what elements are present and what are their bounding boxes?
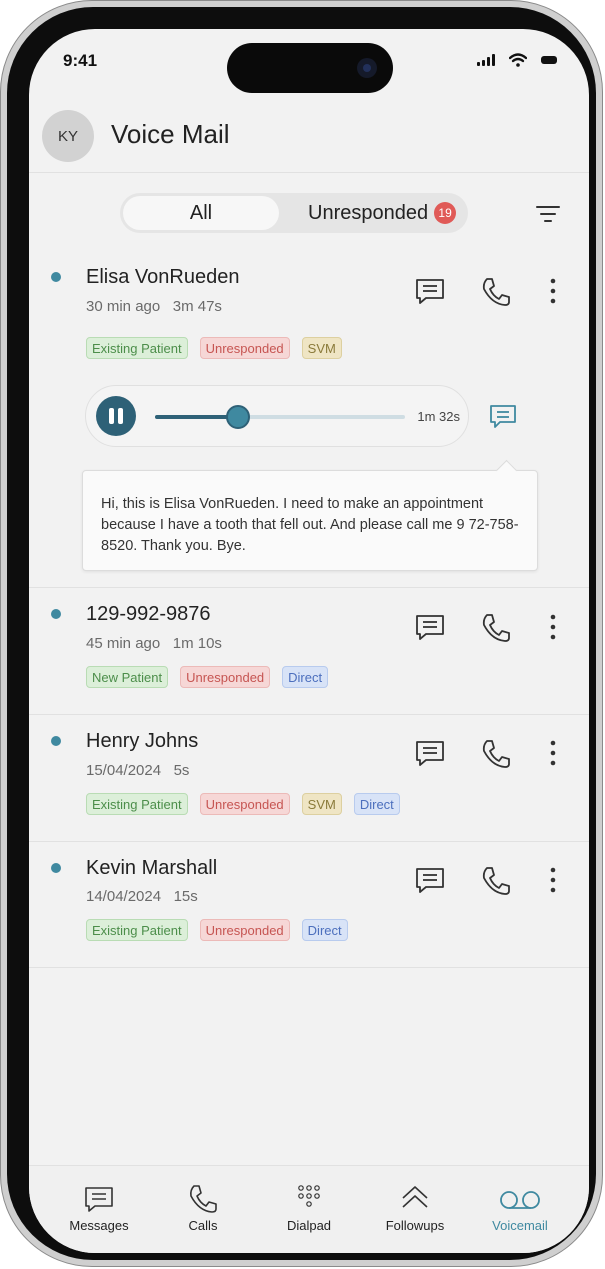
caller-name: Elisa VonRueden <box>86 266 240 288</box>
row-divider <box>29 587 589 588</box>
message-icon[interactable] <box>413 610 447 644</box>
transcript-toggle-icon[interactable] <box>488 403 518 431</box>
status-icons <box>477 53 557 67</box>
filter-icon[interactable] <box>535 203 561 225</box>
tag: Existing Patient <box>86 793 188 815</box>
message-icon[interactable] <box>413 736 447 770</box>
signal-icon <box>477 54 495 66</box>
more-options-icon[interactable] <box>536 738 570 772</box>
caller-name: Henry Johns <box>86 730 199 752</box>
tab-voicemail[interactable]: Voicemail <box>470 1182 570 1233</box>
dialpad-icon <box>298 1185 320 1207</box>
tab-label: Voicemail <box>492 1218 548 1233</box>
tab-all[interactable]: All <box>123 196 279 230</box>
call-meta: 30 min ago 3m 47s <box>86 298 222 315</box>
audio-player: 1m 32s <box>85 385 469 447</box>
status-time: 9:41 <box>63 51 98 70</box>
call-meta: 45 min ago 1m 10s <box>86 635 222 652</box>
voicemail-icon <box>500 1191 540 1209</box>
header-divider <box>29 172 589 173</box>
camera-icon <box>357 58 377 78</box>
tab-followups[interactable]: Followups <box>365 1182 465 1233</box>
playback-handle[interactable] <box>225 405 250 429</box>
tag: Unresponded <box>199 337 290 359</box>
tab-label: Messages <box>69 1218 129 1233</box>
tag: New Patient <box>86 666 169 688</box>
tag: Direct <box>282 666 329 688</box>
row-divider <box>29 841 589 842</box>
phone-frame: 9:41 KY Voice Mail All Unresponded 19 El… <box>0 0 603 1267</box>
tab-label: Followups <box>385 1218 445 1233</box>
playback-track[interactable] <box>155 405 405 429</box>
tag-list: Existing Patient Unresponded SVM <box>86 337 342 359</box>
tab-label: Dialpad <box>286 1218 332 1233</box>
call-duration: 5s <box>173 762 190 779</box>
unread-dot <box>51 863 61 873</box>
chevron-up-icon <box>402 1186 428 1208</box>
call-duration: 3m 47s <box>172 298 222 315</box>
call-meta: 15/04/2024 5s <box>86 762 189 779</box>
message-icon[interactable] <box>413 863 447 897</box>
call-time: 45 min ago <box>86 635 161 652</box>
tab-messages[interactable]: Messages <box>49 1182 149 1233</box>
tag: Existing Patient <box>86 919 188 941</box>
dynamic-island <box>227 43 393 93</box>
caller-name: Kevin Marshall <box>86 857 218 879</box>
phone-icon[interactable] <box>479 611 513 645</box>
tab-dialpad[interactable]: Dialpad <box>259 1182 359 1233</box>
tag: Unresponded <box>199 793 290 815</box>
more-options-icon[interactable] <box>536 276 570 310</box>
tab-label: Calls <box>188 1218 218 1233</box>
battery-icon <box>541 56 557 64</box>
call-time: 15/04/2024 <box>86 762 162 779</box>
tab-bar: Messages Calls Dialpad Followups Voicema… <box>29 1165 589 1253</box>
unread-dot <box>51 272 61 282</box>
tag: Direct <box>353 793 400 815</box>
more-options-icon[interactable] <box>536 612 570 646</box>
phone-icon[interactable] <box>479 275 513 309</box>
unread-dot <box>51 736 61 746</box>
message-icon[interactable] <box>413 274 447 308</box>
tag: SVM <box>301 793 342 815</box>
call-meta: 14/04/2024 15s <box>86 888 198 905</box>
phone-icon[interactable] <box>479 864 513 898</box>
call-time: 14/04/2024 <box>86 888 162 905</box>
tag-list: New Patient Unresponded Direct <box>86 666 329 688</box>
tag: Unresponded <box>180 666 271 688</box>
phone-icon[interactable] <box>479 737 513 771</box>
tag: Direct <box>301 919 348 941</box>
filter-segmented-control: All Unresponded 19 <box>120 193 468 233</box>
unresponded-count-badge: 19 <box>434 202 457 224</box>
screen: 9:41 KY Voice Mail All Unresponded 19 El… <box>29 29 589 1253</box>
tag-list: Existing Patient Unresponded SVM Direct <box>86 793 400 815</box>
call-time: 30 min ago <box>86 298 161 315</box>
message-icon <box>85 1187 113 1212</box>
tag: Unresponded <box>199 919 290 941</box>
tab-unresponded[interactable]: Unresponded 19 <box>308 193 457 233</box>
call-duration: 15s <box>173 888 198 905</box>
tag-list: Existing Patient Unresponded Direct <box>86 919 348 941</box>
tag: Existing Patient <box>86 337 188 359</box>
phone-bezel: 9:41 KY Voice Mail All Unresponded 19 El… <box>7 7 596 1260</box>
tab-unresponded-label: Unresponded <box>308 201 429 224</box>
pause-button[interactable] <box>96 396 136 436</box>
call-duration: 1m 10s <box>172 635 222 652</box>
wifi-icon <box>509 53 527 67</box>
header: KY Voice Mail <box>29 109 589 173</box>
transcript-box: Hi, this is Elisa VonRueden. I need to m… <box>82 470 538 571</box>
tag: SVM <box>301 337 342 359</box>
caller-name: 129-992-9876 <box>86 603 211 625</box>
phone-icon <box>190 1185 217 1213</box>
row-divider <box>29 714 589 715</box>
tab-calls[interactable]: Calls <box>153 1182 253 1233</box>
remaining-time: 1m 32s <box>417 409 460 424</box>
avatar[interactable]: KY <box>42 110 94 162</box>
unread-dot <box>51 609 61 619</box>
row-divider <box>29 967 589 968</box>
more-options-icon[interactable] <box>536 865 570 899</box>
page-title: Voice Mail <box>111 119 230 149</box>
